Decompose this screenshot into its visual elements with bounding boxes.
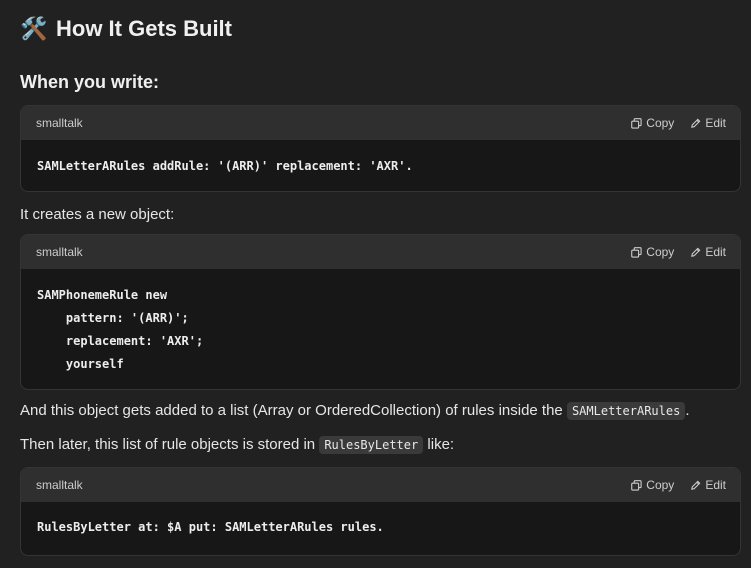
edit-button[interactable]: Edit: [690, 116, 726, 130]
edit-pencil-icon: [691, 247, 701, 257]
inline-code: RulesByLetter: [319, 436, 424, 454]
tools-emoji-icon: 🛠️: [20, 16, 48, 41]
code-content: RulesByLetter at: $A put: SAMLetterARule…: [37, 520, 384, 534]
code-block-header: smalltalk Copy Edit: [21, 106, 740, 140]
copy-button[interactable]: Copy: [631, 478, 674, 492]
edit-button[interactable]: Edit: [690, 478, 726, 492]
copy-button[interactable]: Copy: [631, 245, 674, 259]
code-content: SAMLetterARules addRule: '(ARR)' replace…: [37, 159, 413, 173]
copy-icon: [631, 246, 642, 258]
code-block-2: smalltalk Copy Edit SAMPhonemeRule new p…: [20, 234, 741, 390]
code-language-label: smalltalk: [36, 116, 83, 130]
edit-pencil-icon: [691, 118, 701, 128]
copy-icon: [631, 117, 642, 129]
inline-code: SAMLetterARules: [566, 402, 686, 420]
code-block-3: smalltalk Copy Edit RulesByLetter at: $A…: [20, 467, 741, 556]
code-language-label: smalltalk: [36, 245, 83, 259]
edit-button[interactable]: Edit: [690, 245, 726, 259]
section-heading: 🛠️ How It Gets Built: [20, 16, 232, 42]
subheading: When you write:: [20, 72, 159, 92]
code-block-header: smalltalk Copy Edit: [21, 468, 740, 502]
paragraph-2: And this object gets added to a list (Ar…: [20, 402, 690, 420]
code-language-label: smalltalk: [36, 478, 83, 492]
edit-pencil-icon: [691, 480, 701, 490]
copy-button[interactable]: Copy: [631, 116, 674, 130]
copy-icon: [631, 479, 642, 491]
code-content: SAMPhonemeRule new pattern: '(ARR)'; rep…: [37, 288, 204, 371]
section-heading-title: How It Gets Built: [56, 16, 232, 41]
paragraph-1: It creates a new object:: [20, 206, 175, 223]
paragraph-3: Then later, this list of rule objects is…: [20, 436, 455, 454]
code-block-header: smalltalk Copy Edit: [21, 235, 740, 269]
code-block-1: smalltalk Copy Edit SAMLetterARules addR…: [20, 105, 741, 192]
